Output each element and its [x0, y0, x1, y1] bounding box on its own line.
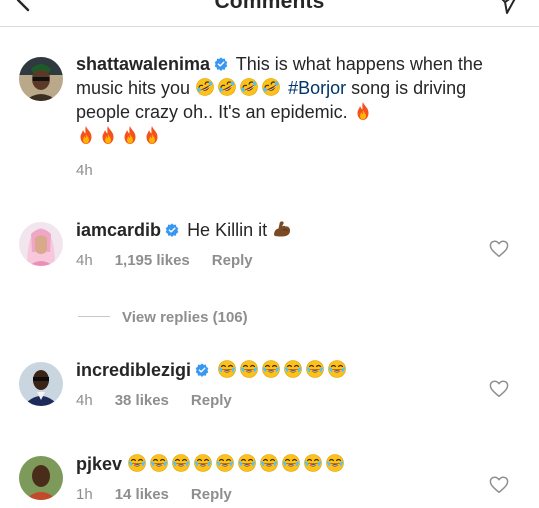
tears-of-joy-icon: [281, 453, 301, 473]
comment-time: 4h: [76, 392, 93, 409]
comment-username[interactable]: pjkev: [76, 454, 122, 474]
tears-of-joy-icon: [193, 453, 213, 473]
verified-badge-icon: [165, 223, 179, 237]
tears-of-joy-icon: [327, 359, 347, 379]
comment-username[interactable]: incrediblezigi: [76, 360, 191, 380]
fire-icon: [120, 125, 140, 145]
tears-of-joy-icon: [261, 359, 281, 379]
verified-badge-icon: [214, 57, 228, 71]
tears-of-joy-icon: [305, 359, 325, 379]
view-replies-label: View replies (106): [122, 309, 248, 326]
direct-message-button[interactable]: [493, 0, 521, 16]
tears-of-joy-icon: [303, 453, 323, 473]
fire-icon: [76, 125, 96, 145]
comment-likes[interactable]: 1,195 likes: [115, 252, 190, 269]
fire-icon: [98, 125, 118, 145]
comment-time: 1h: [76, 486, 93, 503]
rolling-on-floor-laughing-icon: [195, 77, 215, 97]
tears-of-joy-icon: [325, 453, 345, 473]
header: Comments: [0, 0, 539, 27]
tears-of-joy-icon: [239, 359, 259, 379]
rolling-on-floor-laughing-icon: [261, 77, 281, 97]
comment-time: 4h: [76, 162, 93, 179]
like-heart-icon[interactable]: [489, 380, 509, 398]
view-replies-button[interactable]: View replies (106): [78, 309, 248, 326]
avatar[interactable]: [19, 456, 63, 500]
reply-button[interactable]: Reply: [191, 486, 232, 503]
comment-username[interactable]: shattawalenima: [76, 54, 210, 74]
like-heart-icon[interactable]: [489, 476, 509, 494]
tears-of-joy-icon: [237, 453, 257, 473]
tears-of-joy-icon: [283, 359, 303, 379]
avatar[interactable]: [19, 57, 63, 101]
comment-text: He Killin it: [187, 220, 268, 240]
avatar[interactable]: [19, 362, 63, 406]
reply-divider-line: [78, 316, 110, 317]
comment-time: 4h: [76, 252, 93, 269]
page-title: Comments: [214, 0, 325, 13]
reply-button[interactable]: Reply: [191, 392, 232, 409]
comment-likes[interactable]: 38 likes: [115, 392, 169, 409]
tears-of-joy-icon: [149, 453, 169, 473]
avatar[interactable]: [19, 222, 63, 266]
fire-icon: [142, 125, 162, 145]
paper-plane-icon: [501, 0, 516, 14]
flexed-biceps-icon: [272, 219, 292, 239]
fire-icon: [353, 101, 373, 121]
reply-button[interactable]: Reply: [212, 252, 253, 269]
like-heart-icon[interactable]: [489, 240, 509, 258]
tears-of-joy-icon: [171, 453, 191, 473]
hashtag-link[interactable]: #Borjor: [288, 78, 346, 98]
rolling-on-floor-laughing-icon: [217, 77, 237, 97]
tears-of-joy-icon: [127, 453, 147, 473]
tears-of-joy-icon: [215, 453, 235, 473]
comment-likes[interactable]: 14 likes: [115, 486, 169, 503]
tears-of-joy-icon: [217, 359, 237, 379]
verified-badge-icon: [195, 363, 209, 377]
rolling-on-floor-laughing-icon: [239, 77, 259, 97]
tears-of-joy-icon: [259, 453, 279, 473]
comment-username[interactable]: iamcardib: [76, 220, 161, 240]
